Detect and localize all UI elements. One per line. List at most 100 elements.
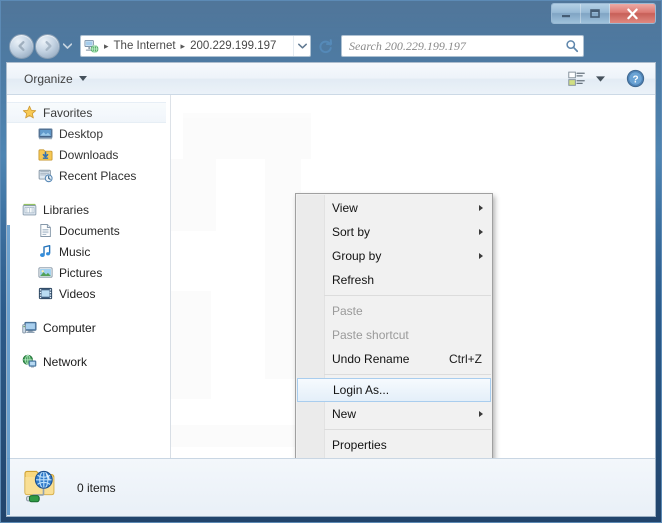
search-input[interactable] [349,38,565,54]
menu-item-refresh[interactable]: Refresh [296,268,492,292]
recent-pages-button[interactable] [61,36,74,56]
downloads-icon [37,147,53,163]
ftp-site-icon [21,465,63,510]
view-dropdown-button[interactable] [592,74,609,84]
file-list-area[interactable]: View Sort by Group by Refresh Paste Past… [171,95,655,458]
address-dropdown-button[interactable] [293,36,310,56]
address-bar-row: ▸ The Internet ▸ 200.229.199.197 [0,30,662,62]
menu-item-label: View [332,201,358,215]
maximize-icon [590,9,600,18]
videos-icon [37,286,53,302]
sidebar-item-label: Desktop [59,126,104,141]
refresh-icon [318,38,332,53]
sidebar-item-label: Pictures [59,265,103,280]
menu-item-label: Login As... [333,383,390,397]
star-icon [21,105,37,121]
sidebar-item-videos[interactable]: Videos [7,283,170,304]
menu-item-label: Properties [332,438,387,452]
window-controls [551,3,656,24]
organize-button[interactable]: Organize [17,69,94,89]
sidebar-item-documents[interactable]: Documents [7,220,170,241]
close-icon [627,8,638,19]
breadcrumb-the-internet[interactable]: The Internet [112,36,178,56]
sidebar-item-favorites[interactable]: Favorites [7,102,166,123]
sidebar-item-label: Favorites [43,105,93,120]
sidebar-item-music[interactable]: Music [7,241,170,262]
music-icon [37,244,53,260]
sidebar-item-label: Music [59,244,91,259]
chevron-down-icon [63,43,72,49]
network-icon [21,354,37,370]
menu-item-label: Undo Rename [332,352,410,366]
sidebar-item-label: Libraries [43,202,90,217]
libraries-icon [21,202,37,218]
chevron-down-icon [78,76,87,81]
render-artifact [171,159,216,231]
sidebar-item-libraries[interactable]: Libraries [7,199,170,220]
menu-item-sort-by[interactable]: Sort by [296,220,492,244]
maximize-button[interactable] [581,4,610,23]
back-button[interactable] [9,33,34,59]
refresh-button[interactable] [314,35,336,57]
menu-item-group-by[interactable]: Group by [296,244,492,268]
menu-item-label: New [332,407,357,421]
sidebar-item-label: Downloads [59,147,119,162]
menu-item-label: Paste [332,304,363,318]
sidebar-item-label: Computer [43,320,96,335]
submenu-arrow-icon [479,229,483,235]
menu-item-paste-shortcut: Paste shortcut [296,323,492,347]
client-area: Organize ? Favorites Desktop Downloads R… [6,62,656,517]
command-toolbar: Organize ? [7,63,655,95]
sidebar-item-desktop[interactable]: Desktop [7,123,170,144]
breadcrumb-separator-0: ▸ [104,41,109,51]
navigation-pane: Favorites Desktop Downloads Recent Place… [7,95,171,515]
forward-arrow-icon [44,41,52,51]
forward-button[interactable] [35,33,60,59]
help-button[interactable]: ? [622,67,649,90]
menu-item-properties[interactable]: Properties [296,433,492,457]
sidebar-item-label: Recent Places [59,168,137,183]
context-menu[interactable]: View Sort by Group by Refresh Paste Past… [295,193,493,458]
submenu-arrow-icon [479,253,483,259]
menu-item-paste: Paste [296,299,492,323]
ftp-server-icon [84,39,99,54]
computer-icon [21,320,37,336]
menu-item-new[interactable]: New [296,402,492,426]
submenu-arrow-icon [479,411,483,417]
minimize-icon [562,14,570,17]
menu-separator [324,374,491,375]
menu-item-undo-rename[interactable]: Undo Rename Ctrl+Z [296,347,492,371]
breadcrumb-host-address[interactable]: 200.229.199.197 [188,36,278,56]
menu-item-label: Refresh [332,273,375,287]
change-view-button[interactable] [564,69,589,89]
explorer-window: ▸ The Internet ▸ 200.229.199.197 Search … [0,0,662,523]
search-icon[interactable] [565,39,579,53]
sidebar-item-downloads[interactable]: Downloads [7,144,170,165]
sidebar-item-network[interactable]: Network [7,351,170,372]
menu-item-view[interactable]: View [296,196,492,220]
menu-item-label: Paste shortcut [332,328,409,342]
status-bar: 0 items [7,458,655,516]
render-artifact [171,291,211,399]
submenu-arrow-icon [479,205,483,211]
close-button[interactable] [610,4,655,23]
documents-icon [37,223,53,239]
change-view-icon [568,71,585,86]
search-box[interactable] [341,35,584,57]
address-bar[interactable]: ▸ The Internet ▸ 200.229.199.197 [80,35,311,57]
menu-item-label: Group by [332,249,382,263]
sidebar-item-label: Videos [59,286,96,301]
minimize-button[interactable] [552,4,581,23]
help-icon: ? [626,69,645,88]
title-bar [0,0,662,30]
sidebar-item-computer[interactable]: Computer [7,317,170,338]
menu-item-shortcut: Ctrl+Z [449,352,482,366]
sidebar-item-recent-places[interactable]: Recent Places [7,165,170,186]
menu-item-login-as[interactable]: Login As... [297,378,491,402]
chevron-down-icon [297,43,307,49]
sidebar-item-pictures[interactable]: Pictures [7,262,170,283]
back-arrow-icon [17,41,25,51]
